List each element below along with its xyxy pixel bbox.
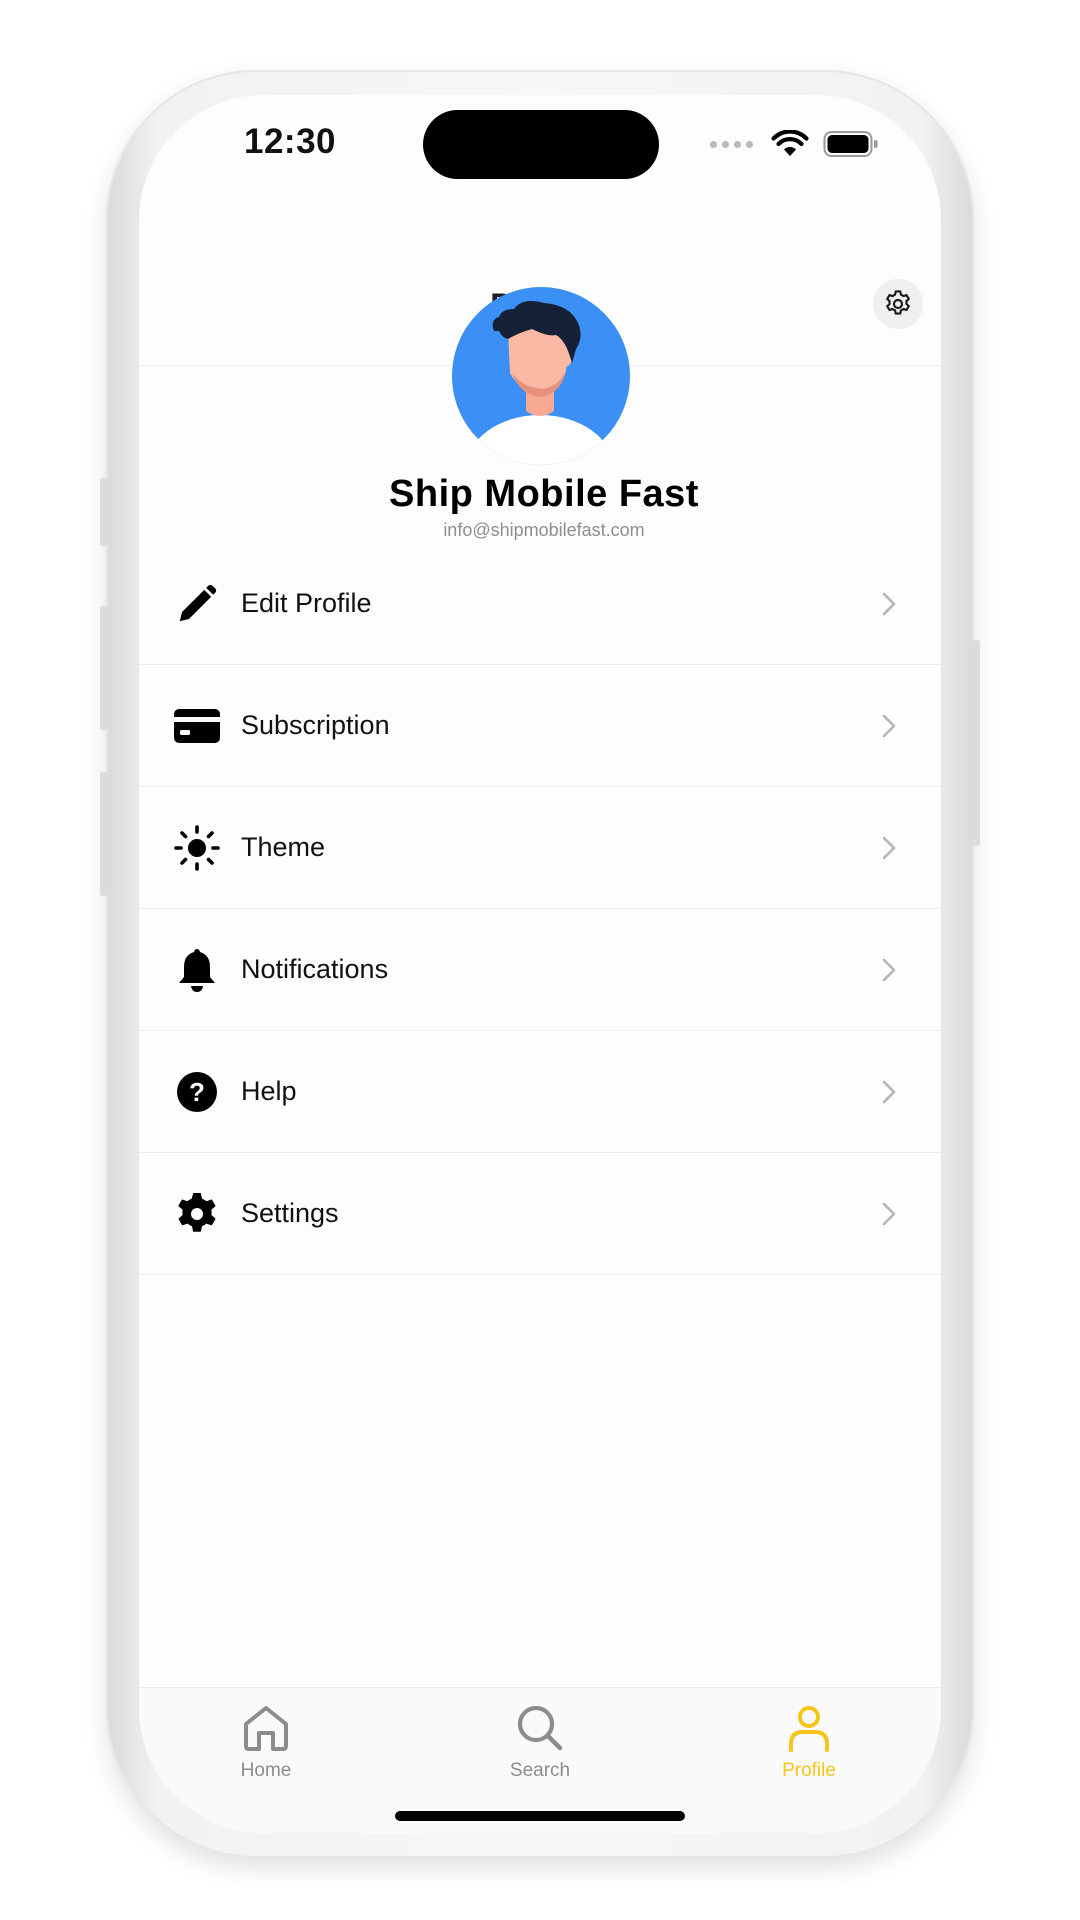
profile-menu-list: Edit Profile Subscription Theme Notifica… (139, 543, 941, 1275)
menu-item-theme[interactable]: Theme (139, 787, 941, 909)
gear-icon (173, 1190, 221, 1238)
tab-label: Home (240, 1760, 292, 1781)
pencil-icon (173, 580, 221, 628)
credit-card-icon (173, 702, 221, 750)
home-icon (238, 1700, 294, 1756)
chevron-right-icon (879, 590, 899, 618)
chevron-right-icon (879, 1200, 899, 1228)
menu-item-edit-profile[interactable]: Edit Profile (139, 543, 941, 665)
bell-icon (173, 946, 221, 994)
tab-profile[interactable]: Profile (729, 1700, 889, 1782)
menu-item-label: Edit Profile (241, 588, 372, 618)
profile-email: info@shipmobilefast.com (443, 520, 645, 540)
volume-up-button (100, 606, 108, 730)
home-indicator[interactable] (395, 1811, 685, 1821)
chevron-right-icon (879, 956, 899, 984)
status-indicators (710, 129, 879, 159)
tab-search[interactable]: Search (460, 1700, 620, 1782)
menu-item-label: Theme (241, 832, 326, 862)
gear-icon (886, 290, 910, 315)
tab-home[interactable]: Home (186, 1700, 346, 1782)
menu-item-settings[interactable]: Settings (139, 1153, 941, 1275)
menu-item-label: Help (241, 1076, 297, 1106)
search-icon (512, 1700, 568, 1756)
help-circle-icon: ? (173, 1068, 221, 1116)
user-avatar-illustration (466, 301, 614, 465)
status-time: 12:30 (244, 122, 337, 161)
menu-item-label: Notifications (241, 954, 389, 984)
chevron-right-icon (879, 834, 899, 862)
app-screen: 12:30 Profile (139, 95, 941, 1833)
power-button (972, 640, 980, 846)
person-icon (781, 1700, 837, 1756)
chevron-right-icon (879, 1078, 899, 1106)
menu-item-notifications[interactable]: Notifications (139, 909, 941, 1031)
tab-label: Search (509, 1760, 571, 1781)
avatar[interactable] (452, 287, 630, 465)
menu-item-label: Subscription (241, 710, 390, 740)
wifi-icon (771, 130, 809, 156)
menu-item-label: Settings (241, 1198, 339, 1228)
tab-label: Profile (782, 1760, 836, 1781)
dynamic-island (423, 110, 659, 179)
profile-name: Ship Mobile Fast (389, 473, 699, 515)
menu-item-subscription[interactable]: Subscription (139, 665, 941, 787)
action-button (100, 478, 108, 546)
cellular-signal-icon (710, 140, 753, 148)
volume-down-button (100, 772, 108, 896)
battery-icon (823, 131, 878, 157)
settings-button[interactable] (873, 279, 923, 329)
chevron-right-icon (879, 712, 899, 740)
sun-icon (173, 824, 221, 872)
svg-text:?: ? (189, 1077, 205, 1107)
menu-item-help[interactable]: ? Help (139, 1031, 941, 1153)
